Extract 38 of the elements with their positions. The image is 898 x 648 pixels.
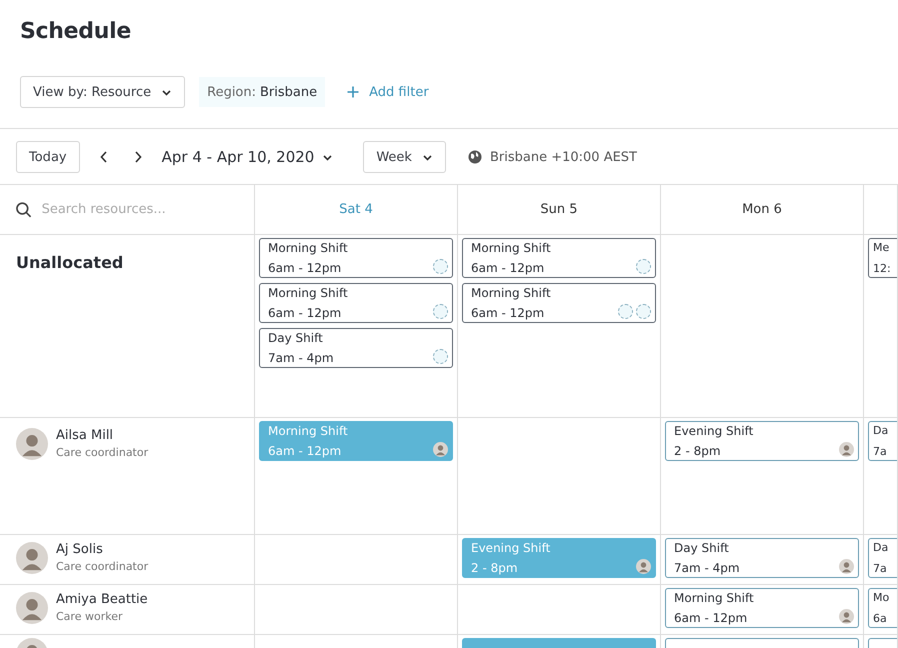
shift-card[interactable]: Me 12:	[868, 238, 897, 278]
period-dropdown[interactable]: Week	[363, 141, 446, 173]
resource-name: Aj Solis	[56, 542, 104, 557]
shift-card[interactable]: Da 7a	[868, 421, 897, 461]
globe-icon	[468, 150, 482, 164]
search-field[interactable]: Search resources...	[40, 201, 238, 218]
resource-name: Amiya Beattie	[56, 592, 148, 607]
chevron-right-icon	[134, 151, 142, 163]
shift-card[interactable]	[665, 638, 859, 648]
shift-card[interactable]: Evening Shift 2 - 8pm	[665, 421, 859, 461]
avatar-icon	[16, 592, 48, 624]
row-heading: Unallocated	[16, 252, 124, 272]
date-range-dropdown[interactable]: Apr 4 - Apr 10, 2020	[162, 148, 334, 166]
shift-card[interactable]: Mo 6a	[868, 588, 897, 628]
timezone-label: Brisbane +10:00 AEST	[490, 150, 637, 164]
resource-role: Care coordinator	[56, 560, 148, 573]
avatar-icon	[16, 542, 48, 574]
shift-card[interactable]: Morning Shift 6am - 12pm	[462, 238, 656, 278]
shift-card[interactable]: Day Shift 7am - 4pm	[259, 328, 453, 368]
region-filter-chip[interactable]: Region: Brisbane	[199, 77, 326, 107]
resource-name: Ailsa Mill	[56, 428, 114, 443]
resource-role: Care worker	[56, 610, 124, 623]
shift-card[interactable]: Morning Shift 6am - 12pm	[665, 588, 859, 628]
plus-icon	[347, 86, 360, 98]
chevron-left-icon	[100, 151, 108, 163]
avatar-icon	[16, 428, 48, 460]
resource-role: Care coordinator	[56, 446, 148, 459]
shift-card[interactable]: Morning Shift 6am - 12pm	[259, 238, 453, 278]
shift-card[interactable]: Da 7a	[868, 538, 897, 578]
view-by-dropdown[interactable]: View by: Resource	[20, 76, 186, 108]
page-title: Schedule	[19, 18, 132, 46]
shift-card[interactable]: Day Shift 7am - 4pm	[665, 538, 859, 578]
search-icon	[16, 202, 32, 218]
shift-card[interactable]: Morning Shift 6am - 12pm	[462, 283, 656, 323]
day-header[interactable]: Mon 6	[661, 185, 864, 235]
shift-card[interactable]: Morning Shift 6am - 12pm	[259, 283, 453, 323]
today-button[interactable]: Today	[16, 141, 80, 173]
day-header[interactable]: Sun 5	[458, 185, 661, 235]
